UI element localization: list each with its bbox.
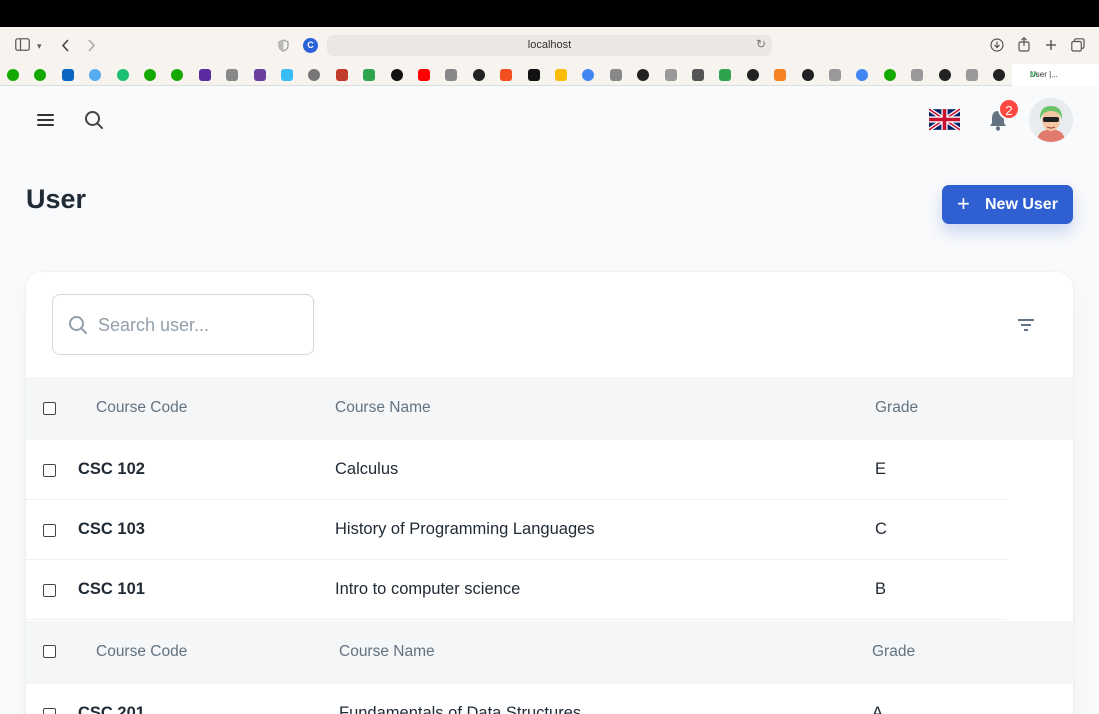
row-checkbox[interactable] [43,708,56,714]
mail-icon[interactable] [198,69,211,81]
select-all-checkbox[interactable] [43,402,56,415]
sidebar-toggle-icon[interactable] [15,38,30,51]
figma-icon[interactable] [500,69,513,81]
table-row[interactable]: CSC 101 Intro to computer science B [26,560,1007,620]
search-icon [69,316,87,334]
course-name: Intro to computer science [335,580,521,598]
privacy-shield-icon[interactable] [278,39,289,52]
grade: C [875,520,887,538]
hackerrank-icon[interactable] [253,69,266,81]
github-icon[interactable] [637,69,650,81]
upwork-icon[interactable] [144,69,156,81]
course-name: Calculus [335,460,399,478]
search-field[interactable] [52,294,314,355]
bird-icon[interactable] [89,69,102,81]
upwork-icon[interactable] [883,69,896,81]
github-icon[interactable] [472,69,485,81]
back-icon[interactable] [61,39,70,52]
table-header-secondary: Course Code Course Name Grade [26,621,1073,684]
download-icon[interactable] [990,38,1004,52]
column-header-grade[interactable]: Grade [875,399,918,417]
column-header-course-name[interactable]: Course Name [339,643,435,661]
circle-icon[interactable] [390,69,403,81]
table-row[interactable]: CSC 201 Fundamentals of Data Structures … [26,684,1007,714]
course-code: CSC 103 [78,520,145,538]
tab-favicon-icon: ʍ [1030,69,1038,80]
active-tab[interactable]: User |... [1012,64,1099,86]
avatar[interactable] [1029,98,1073,142]
github-icon[interactable] [938,69,951,81]
github-icon[interactable] [801,69,814,81]
fiverr-icon[interactable] [116,69,129,81]
column-header-course-code[interactable]: Course Code [96,643,187,661]
send-icon[interactable] [692,69,704,81]
site-favicon-icon: C [303,38,318,53]
row-checkbox[interactable] [43,464,56,477]
column-header-course-code[interactable]: Course Code [96,399,187,417]
github-icon[interactable] [746,69,759,81]
grade: E [875,460,887,478]
one-icon[interactable] [664,69,677,81]
drive-icon[interactable] [555,69,567,81]
github-icon[interactable] [993,69,1006,81]
user-table-card: Course Code Course Name Grade CSC 102 Ca… [26,272,1073,714]
one-icon[interactable] [911,69,924,81]
avatar-image [1029,98,1073,142]
new-user-button[interactable]: + New User [942,185,1073,224]
chevron-down-icon[interactable]: ▾ [37,37,42,55]
share-icon[interactable] [1018,37,1030,52]
fire-icon[interactable] [774,69,787,81]
red-square-icon[interactable] [335,69,348,81]
upwork-icon[interactable] [34,69,47,81]
upwork-icon[interactable] [7,69,19,81]
new-user-button-label: New User [985,196,1058,213]
dark-square-icon[interactable] [527,69,540,81]
search-icon[interactable] [84,110,104,130]
search-input[interactable] [98,309,298,341]
course-code: CSC 101 [78,580,145,598]
course-name: History of Programming Languages [335,520,595,538]
course-name: Fundamentals of Data Structures [339,704,582,714]
linkedin-icon[interactable] [61,69,74,81]
row-checkbox[interactable] [43,524,56,537]
column-header-grade[interactable]: Grade [872,643,915,661]
forward-icon[interactable] [87,39,96,52]
compass-icon[interactable] [308,69,321,81]
tab-overview-icon[interactable] [1071,38,1085,52]
select-all-checkbox[interactable] [43,645,56,658]
one-icon[interactable] [966,69,978,81]
page-title: User [26,184,87,214]
course-code: CSC 102 [78,460,145,478]
chart-icon[interactable] [719,69,732,81]
url-text: localhost [527,39,572,51]
course-code: CSC 201 [78,704,145,714]
plus-icon: + [957,191,970,216]
g-icon[interactable] [829,69,841,81]
row-checkbox[interactable] [43,584,56,597]
m-icon[interactable] [445,69,458,81]
youtube-icon[interactable] [418,69,430,81]
filter-list-icon[interactable] [1017,318,1035,332]
uk-flag-icon[interactable] [929,108,960,131]
menu-icon[interactable] [37,114,54,126]
notification-badge: 2 [998,98,1020,120]
upwork-icon[interactable] [171,69,184,81]
column-header-course-name[interactable]: Course Name [335,399,431,417]
bookmarks-bar [0,64,1099,86]
google-icon[interactable] [582,69,595,81]
grade: A [872,704,884,714]
table-row[interactable]: CSC 102 Calculus E [26,440,1007,500]
chart-icon[interactable] [363,69,376,81]
table-header: Course Code Course Name Grade [26,377,1073,440]
google-icon[interactable] [856,69,869,81]
tailwind-icon[interactable] [281,69,293,81]
window-top-bar [0,0,1099,27]
address-bar[interactable]: localhost ↻ [327,35,772,56]
h-icon[interactable] [226,69,239,81]
new-tab-icon[interactable] [1045,39,1057,51]
reload-icon[interactable]: ↻ [756,37,766,51]
r-icon[interactable] [609,69,622,81]
table-row[interactable]: CSC 103 History of Programming Languages… [26,500,1007,560]
grade: B [875,580,887,598]
